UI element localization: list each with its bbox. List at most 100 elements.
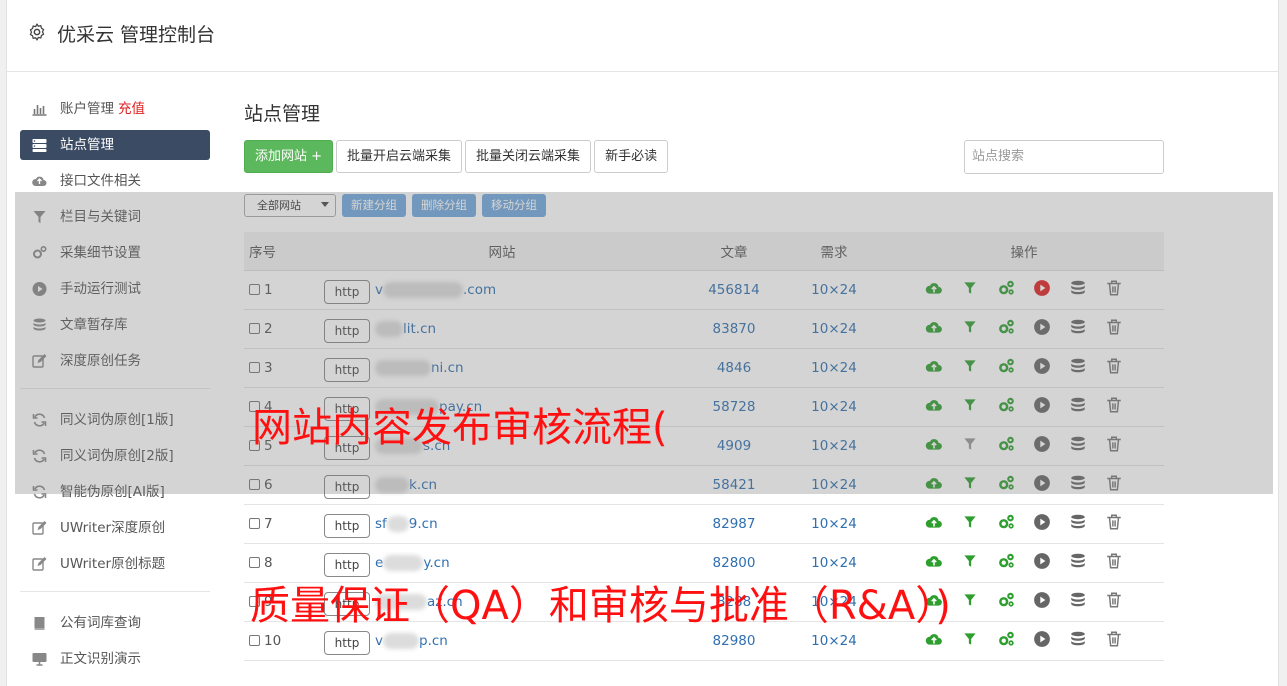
recharge-link[interactable]: 充值 bbox=[118, 101, 145, 117]
row-checkbox[interactable] bbox=[249, 478, 260, 490]
protocol-badge[interactable]: http bbox=[324, 279, 370, 304]
database-icon[interactable] bbox=[1069, 552, 1087, 570]
cloud-upload-icon[interactable] bbox=[925, 435, 943, 453]
beginner-guide-button[interactable]: 新手必读 bbox=[594, 140, 669, 173]
demand-value[interactable]: 10×24 bbox=[784, 270, 884, 310]
sidebar-item-public-lexicon[interactable]: 公有词库查询 bbox=[20, 608, 210, 638]
article-count[interactable]: 456814 bbox=[684, 270, 784, 310]
site-search-input[interactable]: 站点搜索 bbox=[964, 140, 1164, 174]
database-icon[interactable] bbox=[1069, 357, 1087, 375]
play-circle-icon[interactable] bbox=[1033, 318, 1051, 336]
gears-icon[interactable] bbox=[997, 396, 1015, 414]
sidebar-item-article-store[interactable]: 文章暂存库 bbox=[20, 310, 210, 340]
gears-icon[interactable] bbox=[997, 279, 1015, 297]
batch-disable-cloud-button[interactable]: 批量关闭云端采集 bbox=[465, 140, 592, 173]
gears-icon[interactable] bbox=[997, 552, 1015, 570]
domain-suffix[interactable]: y.cn bbox=[423, 555, 449, 571]
trash-icon[interactable] bbox=[1105, 474, 1123, 492]
move-group-button[interactable]: 移动分组 bbox=[482, 194, 546, 217]
sidebar-item-manual-test[interactable]: 手动运行测试 bbox=[20, 274, 210, 304]
play-circle-icon[interactable] bbox=[1033, 591, 1051, 609]
trash-icon[interactable] bbox=[1105, 435, 1123, 453]
play-circle-icon[interactable] bbox=[1033, 630, 1051, 648]
article-count[interactable]: 58421 bbox=[684, 465, 784, 505]
sidebar-item-columns-keywords[interactable]: 栏目与关键词 bbox=[20, 202, 210, 232]
protocol-badge[interactable]: http bbox=[324, 318, 370, 343]
row-checkbox[interactable] bbox=[249, 283, 260, 295]
cloud-upload-icon[interactable] bbox=[925, 474, 943, 492]
sidebar-item-uwriter-deep[interactable]: UWriter深度原创 bbox=[20, 513, 210, 543]
article-count[interactable]: 83870 bbox=[684, 309, 784, 349]
trash-icon[interactable] bbox=[1105, 318, 1123, 336]
trash-icon[interactable] bbox=[1105, 630, 1123, 648]
filter-icon[interactable] bbox=[961, 279, 979, 297]
gears-icon[interactable] bbox=[997, 357, 1015, 375]
new-group-button[interactable]: 新建分组 bbox=[342, 194, 406, 217]
filter-icon[interactable] bbox=[961, 357, 979, 375]
protocol-badge[interactable]: http bbox=[324, 513, 370, 538]
gears-icon[interactable] bbox=[997, 591, 1015, 609]
play-circle-icon[interactable] bbox=[1033, 474, 1051, 492]
gears-icon[interactable] bbox=[997, 474, 1015, 492]
database-icon[interactable] bbox=[1069, 513, 1087, 531]
demand-value[interactable]: 10×24 bbox=[784, 309, 884, 349]
cloud-upload-icon[interactable] bbox=[925, 552, 943, 570]
sidebar-item-ai-rewrite[interactable]: 智能伪原创[AI版] bbox=[20, 477, 210, 507]
group-select[interactable]: 全部网站 bbox=[244, 194, 336, 217]
protocol-badge[interactable]: http bbox=[324, 630, 370, 655]
play-circle-icon[interactable] bbox=[1033, 435, 1051, 453]
batch-enable-cloud-button[interactable]: 批量开启云端采集 bbox=[336, 140, 463, 173]
play-circle-icon[interactable] bbox=[1033, 357, 1051, 375]
row-checkbox[interactable] bbox=[249, 634, 260, 646]
row-checkbox[interactable] bbox=[249, 361, 260, 373]
protocol-badge[interactable]: http bbox=[324, 474, 370, 499]
trash-icon[interactable] bbox=[1105, 396, 1123, 414]
row-checkbox[interactable] bbox=[249, 517, 260, 529]
article-count[interactable]: 82987 bbox=[684, 504, 784, 544]
gears-icon[interactable] bbox=[997, 513, 1015, 531]
demand-value[interactable]: 10×24 bbox=[784, 465, 884, 505]
database-icon[interactable] bbox=[1069, 279, 1087, 297]
demand-value[interactable]: 10×24 bbox=[784, 426, 884, 466]
cloud-upload-icon[interactable] bbox=[925, 357, 943, 375]
play-circle-icon[interactable] bbox=[1033, 552, 1051, 570]
sidebar-item-sites[interactable]: 站点管理 bbox=[20, 130, 210, 160]
domain-suffix[interactable]: p.cn bbox=[419, 633, 448, 649]
filter-icon[interactable] bbox=[961, 591, 979, 609]
trash-icon[interactable] bbox=[1105, 513, 1123, 531]
add-site-button[interactable]: 添加网站 + bbox=[244, 140, 334, 173]
article-count[interactable]: 58728 bbox=[684, 387, 784, 427]
gears-icon[interactable] bbox=[997, 630, 1015, 648]
cloud-upload-icon[interactable] bbox=[925, 279, 943, 297]
article-count[interactable]: 4846 bbox=[684, 348, 784, 388]
sidebar-item-synonym-v1[interactable]: 同义词伪原创[1版] bbox=[20, 405, 210, 435]
domain-suffix[interactable]: .com bbox=[463, 282, 496, 298]
sidebar-item-collect-settings[interactable]: 采集细节设置 bbox=[20, 238, 210, 268]
sidebar-item-synonym-v2[interactable]: 同义词伪原创[2版] bbox=[20, 441, 210, 471]
filter-icon[interactable] bbox=[961, 318, 979, 336]
database-icon[interactable] bbox=[1069, 318, 1087, 336]
play-circle-icon[interactable] bbox=[1033, 279, 1051, 297]
database-icon[interactable] bbox=[1069, 435, 1087, 453]
delete-group-button[interactable]: 删除分组 bbox=[412, 194, 476, 217]
database-icon[interactable] bbox=[1069, 396, 1087, 414]
cloud-upload-icon[interactable] bbox=[925, 318, 943, 336]
filter-icon[interactable] bbox=[961, 552, 979, 570]
filter-icon[interactable] bbox=[961, 630, 979, 648]
row-checkbox[interactable] bbox=[249, 322, 260, 334]
filter-icon[interactable] bbox=[961, 513, 979, 531]
sidebar-item-uwriter-title[interactable]: UWriter原创标题 bbox=[20, 549, 210, 579]
sidebar-item-account[interactable]: 账户管理 充值 bbox=[20, 94, 210, 124]
article-count[interactable]: 4909 bbox=[684, 426, 784, 466]
cloud-upload-icon[interactable] bbox=[925, 396, 943, 414]
database-icon[interactable] bbox=[1069, 630, 1087, 648]
trash-icon[interactable] bbox=[1105, 279, 1123, 297]
protocol-badge[interactable]: http bbox=[324, 357, 370, 382]
row-checkbox[interactable] bbox=[249, 556, 260, 568]
play-circle-icon[interactable] bbox=[1033, 513, 1051, 531]
domain-suffix[interactable]: ni.cn bbox=[431, 360, 464, 376]
sidebar-item-text-recognition[interactable]: 正文识别演示 bbox=[20, 644, 210, 674]
play-circle-icon[interactable] bbox=[1033, 396, 1051, 414]
sidebar-item-deep-original[interactable]: 深度原创任务 bbox=[20, 346, 210, 376]
demand-value[interactable]: 10×24 bbox=[784, 504, 884, 544]
